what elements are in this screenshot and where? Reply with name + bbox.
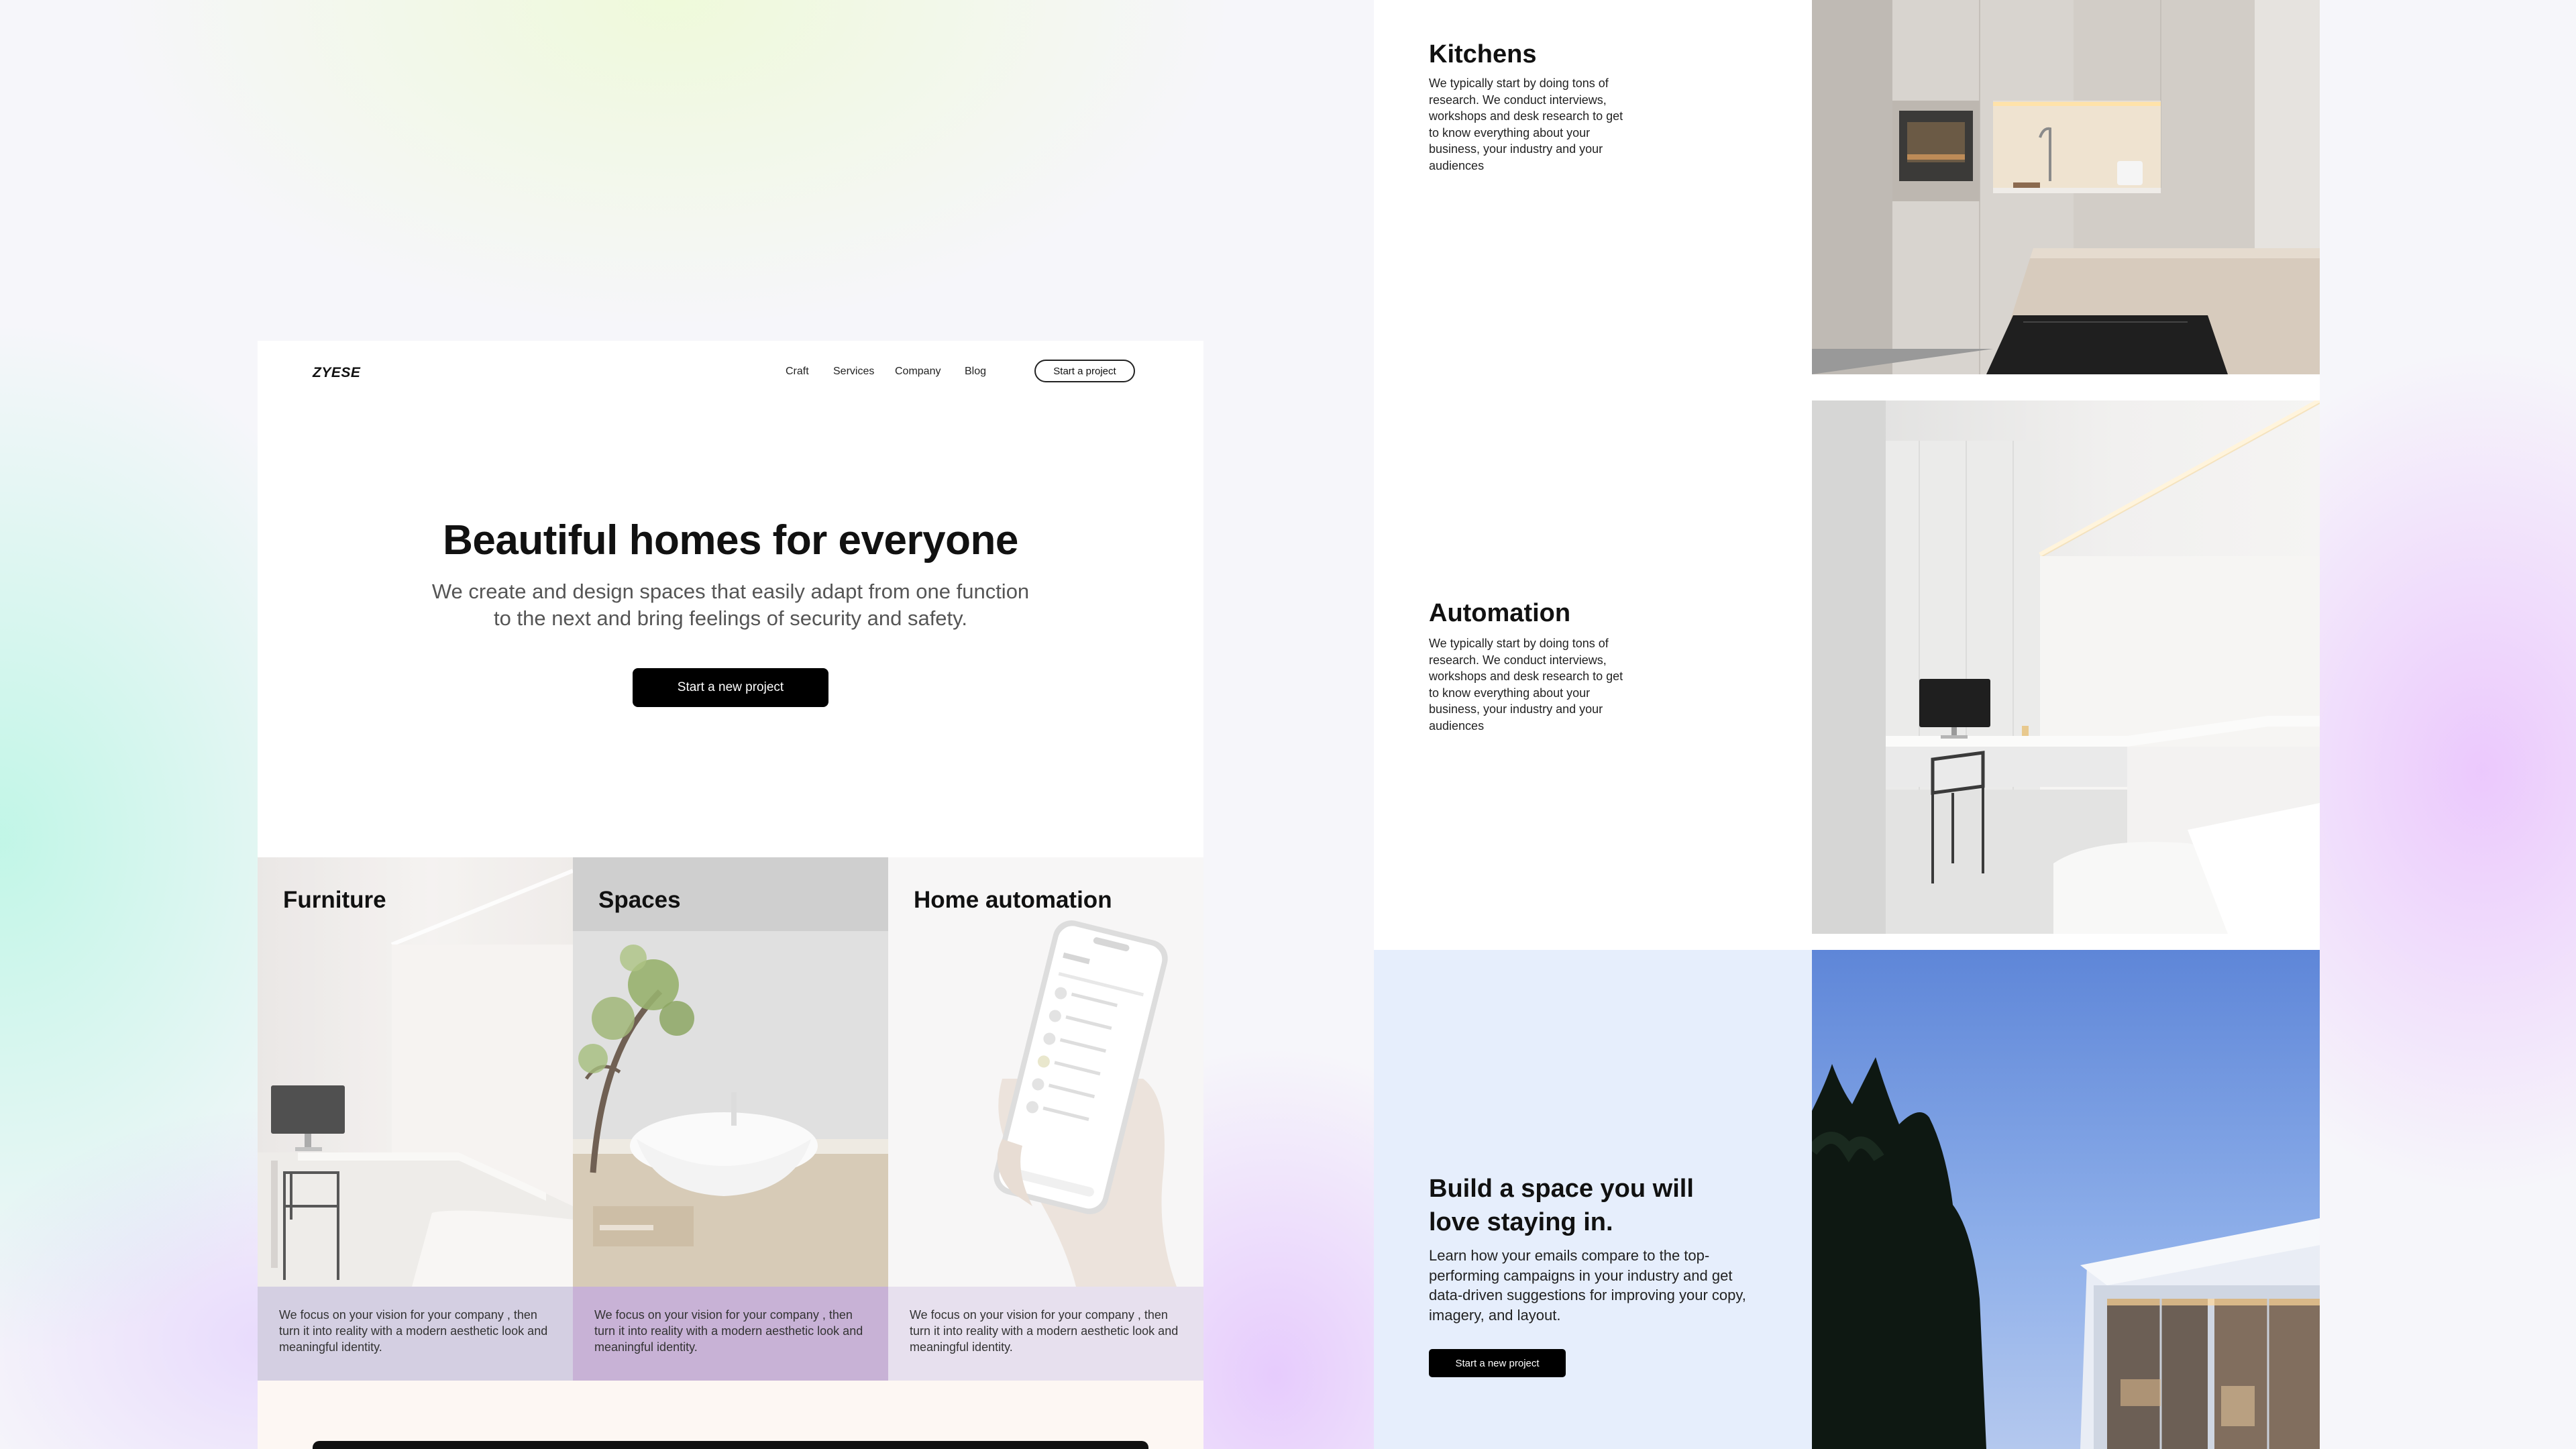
card-home-automation[interactable]: Home automation We focus on your vision …: [888, 857, 1203, 1381]
start-new-project-button[interactable]: Start a new project: [1429, 1349, 1566, 1377]
hero-subtitle: We create and design spaces that easily …: [395, 578, 1066, 632]
house-photo: [1812, 950, 2320, 1449]
cta-title: Build a space you will love staying in.: [1429, 1175, 1694, 1236]
start-new-project-button[interactable]: Start a new project: [633, 668, 828, 707]
card-spaces[interactable]: Spaces We focus on your vision for your …: [573, 857, 888, 1381]
card-furniture[interactable]: Furniture We focus on your vision for yo…: [258, 857, 573, 1381]
spaces-image: [573, 857, 888, 1287]
card-description: We focus on your vision for your company…: [573, 1287, 888, 1381]
card-description: We focus on your vision for your company…: [258, 1287, 573, 1381]
brand-logo[interactable]: ZYESE: [313, 365, 360, 381]
nav-link-services[interactable]: Services: [833, 366, 874, 378]
next-section-background: [258, 1381, 1203, 1449]
automation-photo: [1812, 400, 2320, 934]
furniture-image: [258, 857, 573, 1287]
card-description: We focus on your vision for your company…: [888, 1287, 1203, 1381]
landing-page-mockup: ZYESE Craft Services Company Blog Start …: [258, 341, 1203, 1449]
automation-description: We typically start by doing tons of rese…: [1429, 637, 1623, 733]
hero-subtitle-line: to the next and bring feelings of securi…: [494, 606, 967, 630]
start-project-button[interactable]: Start a project: [1034, 360, 1135, 382]
card-title: Home automation: [914, 887, 1112, 913]
kitchens-description: We typically start by doing tons of rese…: [1429, 76, 1623, 172]
nav-link-craft[interactable]: Craft: [786, 366, 809, 378]
hero-title: Beautiful homes for everyone: [443, 517, 1018, 564]
card-title: Furniture: [283, 887, 386, 913]
services-page-mockup: Kitchens We typically start by doing ton…: [1374, 0, 2320, 1449]
card-title: Spaces: [598, 887, 681, 913]
nav-link-blog[interactable]: Blog: [965, 366, 986, 378]
automation-title: Automation: [1429, 599, 1571, 627]
next-section-image-edge: [313, 1441, 1148, 1449]
cta-description: Learn how your emails compare to the top…: [1429, 1247, 1746, 1324]
hero-subtitle-line: We create and design spaces that easily …: [431, 580, 1030, 603]
home-automation-image: [888, 857, 1203, 1287]
nav-link-company[interactable]: Company: [895, 366, 941, 378]
kitchens-title: Kitchens: [1429, 40, 1537, 68]
kitchen-photo: [1812, 0, 2320, 374]
